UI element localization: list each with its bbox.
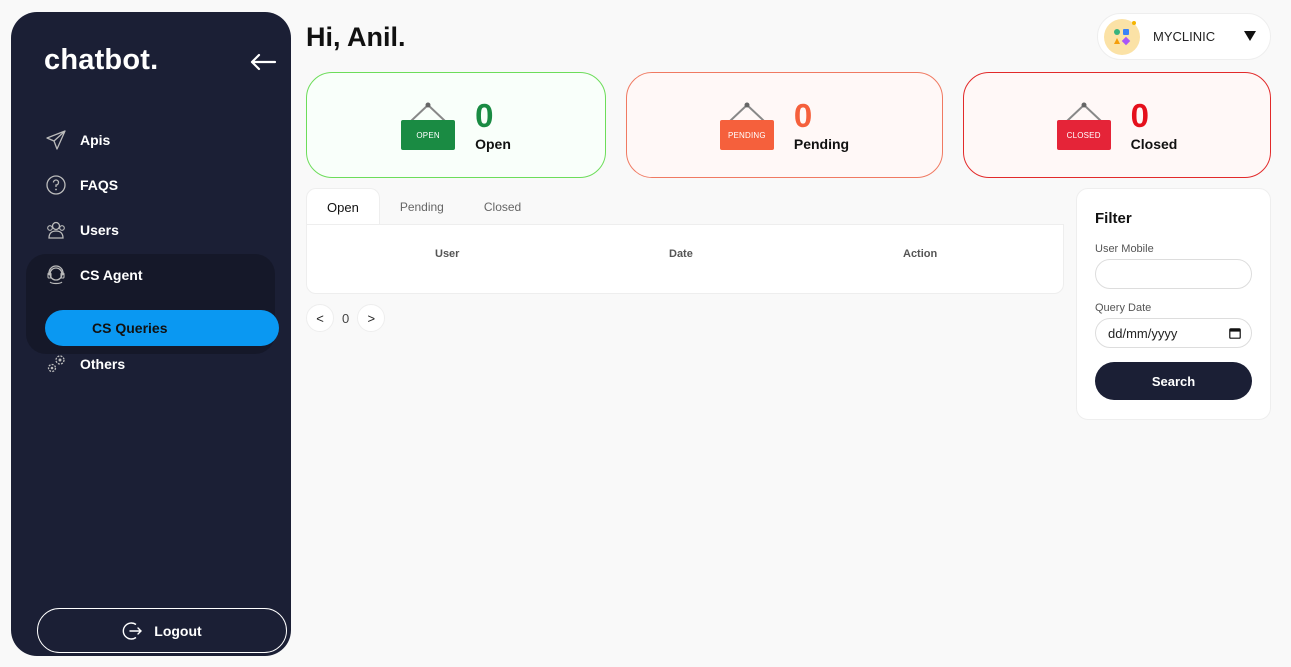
question-bubble-icon [45, 174, 67, 196]
nav-label-users: Users [80, 222, 119, 238]
query-tabs: Open Pending Closed [306, 188, 541, 226]
nav-item-others[interactable]: Others [45, 349, 125, 379]
open-sign-text: OPEN [401, 120, 456, 150]
nav-item-faqs[interactable]: FAQS [45, 170, 118, 200]
column-header-date[interactable]: Date [669, 248, 693, 260]
clinic-avatar [1104, 18, 1140, 55]
pending-label: Pending [793, 135, 850, 152]
logout-button[interactable]: Logout [37, 608, 287, 653]
sidebar: chatbot. Apis FAQS Users CS Agent CS Que… [11, 12, 291, 656]
clinic-selector[interactable]: MYCLINIC [1097, 13, 1271, 60]
paper-plane-icon [45, 129, 67, 151]
arrow-left-icon [250, 53, 277, 71]
open-count: 0 [475, 96, 494, 134]
prev-page-button[interactable]: < [306, 304, 334, 332]
next-page-button[interactable]: > [357, 304, 386, 332]
tab-closed[interactable]: Closed [464, 188, 541, 225]
query-date-input[interactable]: dd/mm/yyyy [1095, 318, 1252, 348]
pending-sign-icon: PENDING [719, 102, 776, 150]
user-mobile-input[interactable] [1095, 259, 1252, 289]
closed-count: 0 [1130, 96, 1150, 134]
nav-label-cs-agent: CS Agent [80, 267, 143, 283]
nav-label-others: Others [80, 356, 126, 372]
nav-item-cs-agent[interactable]: CS Agent [45, 260, 142, 290]
logout-icon [123, 621, 143, 640]
headset-icon [45, 264, 67, 286]
brand-logo: chatbot. [44, 44, 159, 76]
column-header-user[interactable]: User [435, 248, 459, 260]
open-sign-icon: OPEN [401, 102, 457, 150]
closed-sign-text: CLOSED [1056, 120, 1111, 150]
search-button[interactable]: Search [1095, 362, 1252, 400]
users-icon [45, 219, 67, 241]
queries-table: User Date Action [306, 224, 1064, 294]
pending-sign-text: PENDING [719, 120, 774, 150]
column-header-action[interactable]: Action [903, 248, 937, 260]
user-mobile-label: User Mobile [1095, 243, 1154, 255]
nav-item-users[interactable]: Users [45, 215, 119, 245]
filter-title: Filter [1095, 210, 1132, 227]
tab-pending[interactable]: Pending [380, 188, 464, 225]
query-date-label: Query Date [1095, 302, 1152, 314]
pending-count: 0 [793, 96, 813, 134]
page-number: 0 [342, 310, 350, 326]
tab-open[interactable]: Open [306, 188, 380, 225]
open-status-card[interactable]: OPEN 0 Open [306, 72, 606, 178]
page-greeting: Hi, Anil. [306, 22, 406, 52]
query-date-placeholder: dd/mm/yyyy [1108, 325, 1178, 341]
pending-status-card[interactable]: PENDING 0 Pending [626, 72, 943, 178]
nav-item-apis[interactable]: Apis [45, 125, 110, 155]
calendar-icon[interactable] [1229, 327, 1241, 339]
closed-status-card[interactable]: CLOSED 0 Closed [963, 72, 1271, 178]
nav-label-faqs: FAQS [80, 177, 119, 193]
closed-sign-icon: CLOSED [1056, 102, 1113, 150]
open-label: Open [475, 135, 511, 152]
closed-label: Closed [1130, 135, 1178, 152]
clinic-name: MYCLINIC [1153, 29, 1216, 44]
collapse-sidebar-button[interactable] [249, 50, 277, 74]
chevron-down-icon [1244, 31, 1256, 41]
nav-label-apis: Apis [80, 132, 111, 148]
pagination: < 0 > [306, 304, 386, 332]
logout-label: Logout [154, 622, 202, 639]
filter-panel: Filter User Mobile Query Date dd/mm/yyyy… [1076, 188, 1271, 420]
gears-icon [45, 353, 67, 375]
nav-sub-cs-queries[interactable]: CS Queries [45, 310, 279, 346]
